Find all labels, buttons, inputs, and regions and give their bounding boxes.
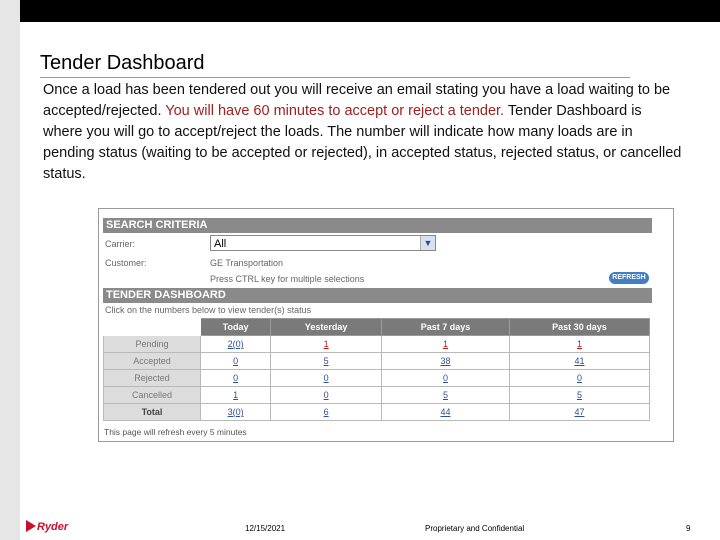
tender-count-link[interactable]: 47 bbox=[574, 407, 584, 417]
tender-count-link[interactable]: 5 bbox=[443, 390, 448, 400]
title-divider bbox=[40, 77, 630, 78]
refresh-note: This page will refresh every 5 minutes bbox=[104, 427, 247, 437]
tender-count-link[interactable]: 1 bbox=[233, 390, 238, 400]
cell-yesterday: 0 bbox=[270, 369, 383, 387]
multi-select-hint: Press CTRL key for multiple selections bbox=[210, 274, 365, 284]
row-label: Accepted bbox=[103, 352, 201, 370]
cell-past-7: 44 bbox=[381, 403, 510, 421]
cell-past-30: 0 bbox=[508, 369, 651, 387]
col-header-past-7-days: Past 7 days bbox=[381, 318, 510, 336]
top-bar bbox=[20, 0, 720, 22]
tender-count-link[interactable]: 0 bbox=[233, 373, 238, 383]
table-row-pending: Pending 2(0) 1 1 1 bbox=[103, 335, 651, 353]
table-row-rejected: Rejected 0 0 0 0 bbox=[103, 369, 651, 387]
footer-date: 12/15/2021 bbox=[245, 524, 286, 533]
refresh-button[interactable]: REFRESH bbox=[609, 272, 649, 284]
logo-text: Ryder bbox=[37, 521, 69, 533]
cell-today: 0 bbox=[199, 352, 272, 370]
tender-count-link[interactable]: 1 bbox=[577, 339, 582, 349]
cell-past-7: 1 bbox=[381, 335, 510, 353]
tender-count-link[interactable]: 0 bbox=[324, 373, 329, 383]
tender-count-link[interactable]: 1 bbox=[443, 339, 448, 349]
col-header-yesterday: Yesterday bbox=[270, 318, 383, 336]
table-row-total: Total 3(0) 6 44 47 bbox=[103, 403, 651, 421]
dashboard-screenshot-panel: SEARCH CRITERIA Carrier: All ▼ Customer:… bbox=[98, 208, 674, 442]
cell-yesterday: 6 bbox=[270, 403, 383, 421]
tender-count-link[interactable]: 41 bbox=[574, 356, 584, 366]
tender-count-link[interactable]: 0 bbox=[324, 390, 329, 400]
tender-count-link[interactable]: 38 bbox=[440, 356, 450, 366]
cell-yesterday: 1 bbox=[270, 335, 383, 353]
cell-today: 1 bbox=[199, 386, 272, 404]
col-header-today: Today bbox=[199, 318, 272, 336]
row-label: Pending bbox=[103, 335, 201, 353]
table-row-cancelled: Cancelled 1 0 5 5 bbox=[103, 386, 651, 404]
cell-yesterday: 5 bbox=[270, 352, 383, 370]
tender-count-link[interactable]: 0 bbox=[443, 373, 448, 383]
tender-count-link[interactable]: 5 bbox=[324, 356, 329, 366]
cell-past-7: 0 bbox=[381, 369, 510, 387]
tender-status-table: Today Yesterday Past 7 days Past 30 days… bbox=[103, 318, 651, 421]
dashboard-instruction: Click on the numbers below to view tende… bbox=[105, 305, 312, 315]
cell-today: 2(0) bbox=[199, 335, 272, 353]
paragraph-highlight: You will have 60 minutes to accept or re… bbox=[165, 103, 505, 119]
cell-yesterday: 0 bbox=[270, 386, 383, 404]
left-margin-bar bbox=[0, 0, 20, 540]
tender-count-link[interactable]: 3(0) bbox=[228, 407, 244, 417]
chevron-down-icon[interactable]: ▼ bbox=[420, 236, 435, 250]
tender-count-link[interactable]: 5 bbox=[577, 390, 582, 400]
cell-past-7: 38 bbox=[381, 352, 510, 370]
tender-count-link[interactable]: 1 bbox=[324, 339, 329, 349]
col-header-past-30-days: Past 30 days bbox=[508, 318, 651, 336]
ryder-logo: Ryder bbox=[26, 520, 69, 533]
customer-value[interactable]: GE Transportation bbox=[210, 258, 283, 268]
cell-past-7: 5 bbox=[381, 386, 510, 404]
tender-count-link[interactable]: 0 bbox=[577, 373, 582, 383]
carrier-select[interactable]: All ▼ bbox=[210, 235, 436, 251]
cell-past-30: 1 bbox=[508, 335, 651, 353]
page-number: 9 bbox=[686, 524, 691, 533]
tender-count-link[interactable]: 6 bbox=[324, 407, 329, 417]
cell-today: 0 bbox=[199, 369, 272, 387]
carrier-select-value: All bbox=[214, 238, 227, 250]
slide-paragraph: Once a load has been tendered out you wi… bbox=[43, 80, 683, 185]
tender-dashboard-header: TENDER DASHBOARD bbox=[103, 288, 652, 303]
cell-today: 3(0) bbox=[199, 403, 272, 421]
cell-past-30: 5 bbox=[508, 386, 651, 404]
tender-count-link[interactable]: 0 bbox=[233, 356, 238, 366]
row-label: Total bbox=[103, 403, 201, 421]
table-row-accepted: Accepted 0 5 38 41 bbox=[103, 352, 651, 370]
row-label: Cancelled bbox=[103, 386, 201, 404]
tender-count-link[interactable]: 44 bbox=[440, 407, 450, 417]
footer-confidential: Proprietary and Confidential bbox=[425, 524, 525, 533]
row-label: Rejected bbox=[103, 369, 201, 387]
carrier-label: Carrier: bbox=[105, 239, 136, 249]
table-corner bbox=[103, 318, 201, 336]
cell-past-30: 41 bbox=[508, 352, 651, 370]
slide-title: Tender Dashboard bbox=[40, 52, 205, 74]
search-criteria-header: SEARCH CRITERIA bbox=[103, 218, 652, 233]
cell-past-30: 47 bbox=[508, 403, 651, 421]
customer-label: Customer: bbox=[105, 258, 147, 268]
tender-count-link[interactable]: 2(0) bbox=[228, 339, 244, 349]
